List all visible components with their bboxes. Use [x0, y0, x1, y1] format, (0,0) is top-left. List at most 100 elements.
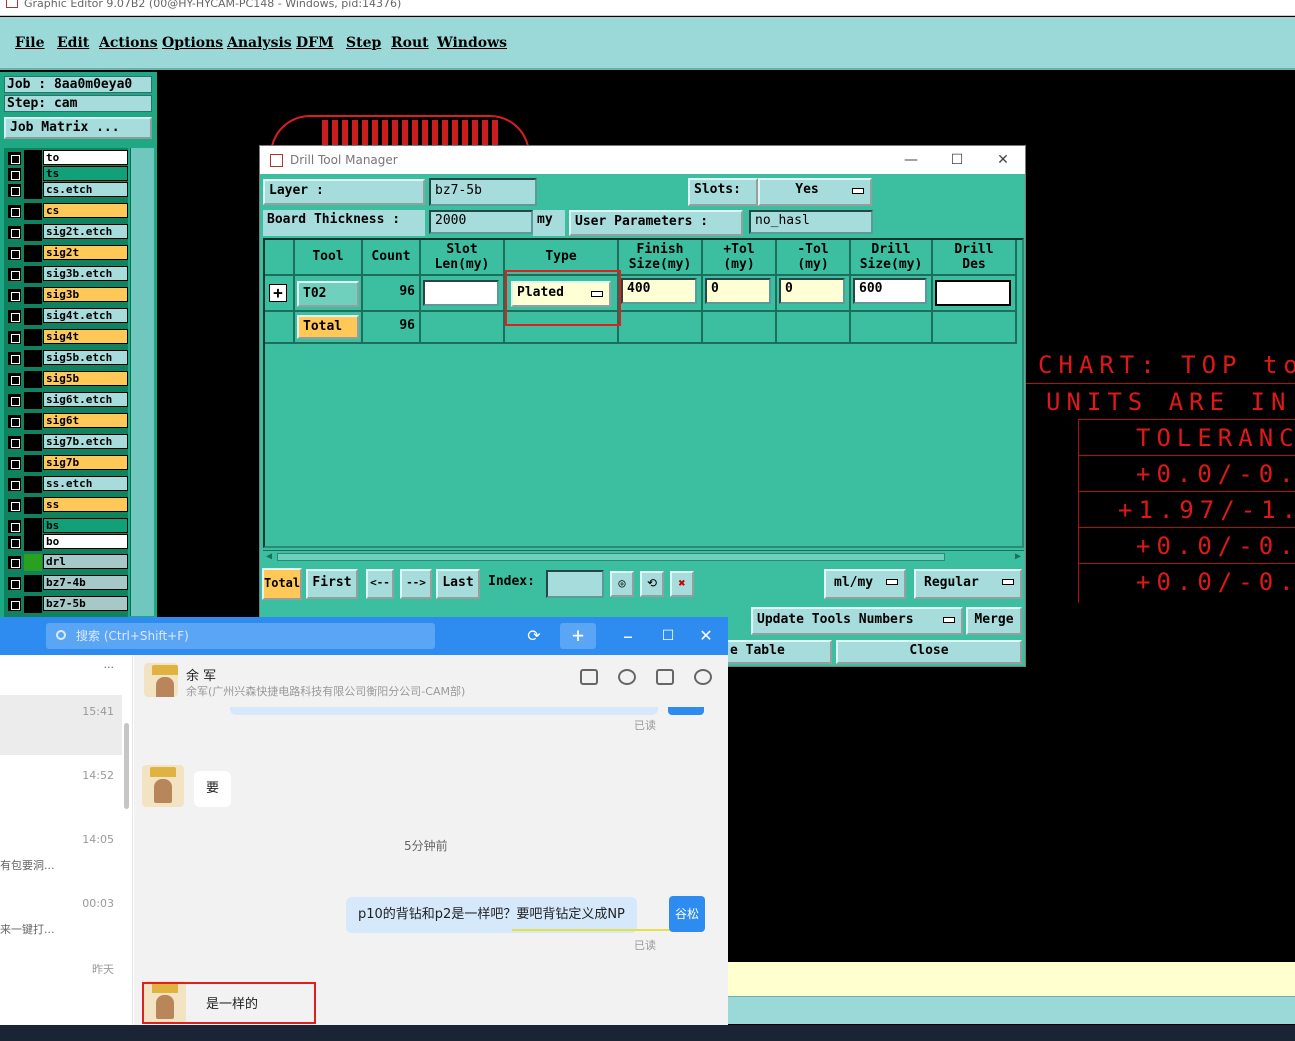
job-matrix-button[interactable]: Job Matrix ...: [4, 117, 152, 139]
layer-row[interactable]: sig7b: [6, 455, 128, 472]
layer-color-swatch[interactable]: [24, 329, 42, 346]
slot-len-field[interactable]: [423, 280, 499, 306]
maximize-icon[interactable]: ☐: [934, 146, 980, 174]
layer-row[interactable]: to: [6, 150, 128, 167]
layer-color-swatch[interactable]: [24, 596, 42, 613]
layer-row[interactable]: bz7-4b: [6, 575, 128, 592]
chat-minimize-icon[interactable]: –: [614, 617, 642, 655]
layer-name[interactable]: cs: [43, 203, 128, 218]
layer-name[interactable]: cs.etch: [43, 182, 128, 197]
layer-row[interactable]: sig3b: [6, 287, 128, 304]
layer-row[interactable]: bo: [6, 534, 128, 551]
layer-name[interactable]: ss: [43, 497, 128, 512]
refresh-icon[interactable]: ⟲: [640, 571, 664, 597]
settings-icon[interactable]: [694, 669, 712, 685]
table-horizontal-scrollbar[interactable]: ◀ ▶: [263, 550, 1024, 562]
layer-name[interactable]: sig6t: [43, 413, 128, 428]
layer-row[interactable]: bs: [6, 518, 128, 535]
layer-checkbox[interactable]: [8, 598, 21, 611]
conversation-preview[interactable]: 有包要洞...: [0, 857, 55, 873]
layer-checkbox[interactable]: [8, 268, 21, 281]
layer-row[interactable]: sig2t: [6, 245, 128, 262]
layer-name[interactable]: to: [43, 150, 128, 165]
contact-avatar[interactable]: [144, 663, 178, 697]
layer-name[interactable]: sig7b.etch: [43, 434, 128, 449]
layer-color-swatch[interactable]: [24, 476, 42, 493]
last-button[interactable]: Last: [436, 569, 480, 599]
layer-row[interactable]: sig5b.etch: [6, 350, 128, 367]
layer-color-swatch[interactable]: [24, 224, 42, 241]
layer-checkbox[interactable]: [8, 577, 21, 590]
layer-checkbox[interactable]: [8, 184, 21, 197]
add-member-icon[interactable]: [618, 669, 636, 685]
chat-search-input[interactable]: 搜索 (Ctrl+Shift+F): [46, 623, 435, 649]
layer-name[interactable]: sig6t.etch: [43, 392, 128, 407]
layer-name[interactable]: drl: [43, 554, 128, 569]
layer-color-swatch[interactable]: [24, 182, 42, 199]
scroll-left-icon[interactable]: ◀: [263, 551, 275, 563]
layer-row[interactable]: sig2t.etch: [6, 224, 128, 241]
layer-row[interactable]: sig4t.etch: [6, 308, 128, 325]
layer-checkbox[interactable]: [8, 415, 21, 428]
layer-checkbox[interactable]: [8, 152, 21, 165]
layer-checkbox[interactable]: [8, 478, 21, 491]
layer-checkbox[interactable]: [8, 289, 21, 302]
layer-checkbox[interactable]: [8, 373, 21, 386]
layer-name[interactable]: sig2t: [43, 245, 128, 260]
layer-row[interactable]: ss.etch: [6, 476, 128, 493]
layer-name[interactable]: ss.etch: [43, 476, 128, 491]
conversation-preview[interactable]: 来一键打...: [0, 921, 55, 937]
add-icon[interactable]: +: [560, 623, 596, 649]
layer-color-swatch[interactable]: [24, 150, 42, 167]
layer-name[interactable]: sig4t.etch: [43, 308, 128, 323]
layer-color-swatch[interactable]: [24, 392, 42, 409]
chat-close-icon[interactable]: ✕: [692, 617, 720, 655]
layer-checkbox[interactable]: [8, 457, 21, 470]
layer-checkbox[interactable]: [8, 352, 21, 365]
layer-checkbox[interactable]: [8, 536, 21, 549]
minus-tol-field[interactable]: 0: [779, 278, 845, 304]
layer-color-swatch[interactable]: [24, 308, 42, 325]
scroll-right-icon[interactable]: ▶: [1012, 551, 1024, 563]
layer-row[interactable]: sig5b: [6, 371, 128, 388]
table-button[interactable]: e Table: [724, 640, 832, 664]
layer-checkbox[interactable]: [8, 556, 21, 569]
layer-checkbox[interactable]: [8, 436, 21, 449]
bulb-icon[interactable]: ◎: [610, 571, 634, 597]
layer-checkbox[interactable]: [8, 520, 21, 533]
layer-checkbox[interactable]: [8, 247, 21, 260]
menu-dfm[interactable]: DFM: [296, 35, 334, 51]
menu-step[interactable]: Step: [346, 35, 381, 51]
chat-maximize-icon[interactable]: ☐: [654, 617, 682, 655]
contact-avatar[interactable]: [142, 765, 184, 807]
minimize-icon[interactable]: —: [888, 146, 934, 174]
layer-row[interactable]: cs.etch: [6, 182, 128, 199]
history-icon[interactable]: ⟳: [520, 617, 548, 655]
layer-color-swatch[interactable]: [24, 371, 42, 388]
search-history-icon[interactable]: [656, 669, 674, 685]
menu-options[interactable]: Options: [162, 35, 223, 51]
thickness-field[interactable]: 2000: [429, 210, 533, 234]
expand-plus-icon[interactable]: +: [269, 284, 287, 302]
layer-color-swatch[interactable]: [24, 350, 42, 367]
layer-row[interactable]: sig6t.etch: [6, 392, 128, 409]
drill-des-field[interactable]: [935, 280, 1011, 306]
layer-row[interactable]: ss: [6, 497, 128, 514]
layer-panel-scrollbar[interactable]: [130, 148, 154, 616]
layer-color-swatch[interactable]: [24, 166, 42, 183]
close-icon[interactable]: ✕: [980, 146, 1026, 174]
close-button[interactable]: Close: [836, 640, 1022, 664]
first-button[interactable]: First: [306, 569, 358, 599]
layer-row[interactable]: sig7b.etch: [6, 434, 128, 451]
layer-color-swatch[interactable]: [24, 534, 42, 551]
layer-color-swatch[interactable]: [24, 434, 42, 451]
layer-checkbox[interactable]: [8, 310, 21, 323]
layer-name[interactable]: bo: [43, 534, 128, 549]
layer-field[interactable]: bz7-5b: [429, 178, 537, 206]
layer-name[interactable]: bs: [43, 518, 128, 533]
update-tools-numbers-select[interactable]: Update Tools Numbers: [751, 607, 963, 635]
layer-checkbox[interactable]: [8, 331, 21, 344]
index-field[interactable]: [546, 570, 604, 598]
layer-name[interactable]: sig4t: [43, 329, 128, 344]
layer-name[interactable]: sig2t.etch: [43, 224, 128, 239]
